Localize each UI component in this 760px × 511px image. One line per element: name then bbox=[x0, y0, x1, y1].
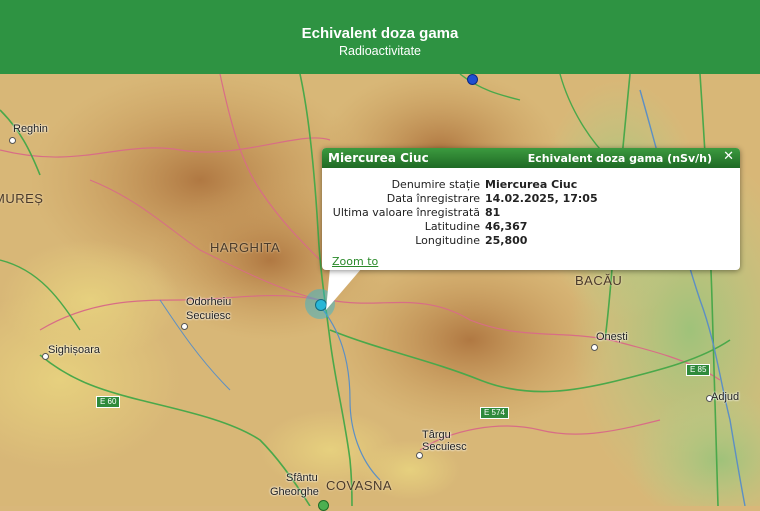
page-subtitle: Radioactivitate bbox=[339, 44, 421, 58]
zoom-to-link[interactable]: Zoom to bbox=[332, 255, 378, 268]
app-header: Echivalent doza gama Radioactivitate bbox=[0, 0, 760, 74]
attr-value: 46,367 bbox=[485, 220, 528, 233]
close-icon[interactable]: ✕ bbox=[723, 149, 734, 164]
place-label-odorheiu: Odorheiu bbox=[186, 296, 232, 308]
city-marker-reghin[interactable] bbox=[9, 137, 16, 144]
popup-measure-title: Echivalent doza gama (nSv/h) bbox=[527, 152, 712, 165]
terrain-layer bbox=[0, 74, 760, 506]
attr-row: Longitudine 25,800 bbox=[322, 234, 740, 248]
city-marker-odorheiu[interactable] bbox=[181, 323, 188, 330]
attr-label: Denumire stație bbox=[391, 178, 480, 191]
road-shield-e85: E 85 bbox=[686, 364, 711, 376]
attr-label: Latitudine bbox=[424, 220, 480, 233]
place-label-harghita: HARGHITA bbox=[210, 240, 281, 255]
road-shield-e60: E 60 bbox=[96, 396, 121, 408]
attr-row: Denumire stație Miercurea Ciuc bbox=[322, 178, 740, 192]
attr-value: 14.02.2025, 17:05 bbox=[485, 192, 598, 205]
attr-row: Latitudine 46,367 bbox=[322, 220, 740, 234]
place-label-covasna: COVASNA bbox=[326, 478, 393, 493]
popup-pointer bbox=[326, 268, 362, 310]
popup-header: Miercurea Ciuc Echivalent doza gama (nSv… bbox=[322, 148, 740, 168]
map-canvas[interactable]: Reghin MUREȘ HARGHITA Odorheiu Secuiesc … bbox=[0, 74, 760, 511]
attr-label: Longitudine bbox=[415, 234, 480, 247]
popup-station-name: Miercurea Ciuc bbox=[328, 151, 429, 165]
place-label-onesti: Onești bbox=[596, 331, 628, 343]
place-label-targu-secuiesc: Secuiesc bbox=[422, 441, 467, 453]
place-label-odorheiu-secuiesc: Secuiesc bbox=[186, 310, 231, 322]
place-label-sighisoara: Sighișoara bbox=[48, 344, 100, 356]
attr-value: 81 bbox=[485, 206, 501, 219]
station-marker-blue[interactable] bbox=[467, 74, 478, 85]
attr-value: 25,800 bbox=[485, 234, 528, 247]
place-label-gheorghe: Gheorghe bbox=[270, 486, 319, 498]
attr-row: Ultima valoare înregistrată 81 bbox=[322, 206, 740, 220]
road-shield-e574: E 574 bbox=[480, 407, 509, 419]
place-label-targu: Târgu bbox=[422, 429, 451, 441]
place-label-mures: MUREȘ bbox=[0, 191, 44, 206]
attr-label: Data înregistrare bbox=[386, 192, 480, 205]
attr-label: Ultima valoare înregistrată bbox=[332, 206, 480, 219]
city-marker-targu-secuiesc[interactable] bbox=[416, 452, 423, 459]
place-label-adjud: Adjud bbox=[711, 391, 740, 403]
page-title: Echivalent doza gama bbox=[301, 25, 459, 42]
attr-value: Miercurea Ciuc bbox=[485, 178, 578, 191]
popup-attributes: Denumire stație Miercurea Ciuc Data înreg… bbox=[322, 178, 740, 248]
attr-row: Data înregistrare 14.02.2025, 17:05 bbox=[322, 192, 740, 206]
station-popup: Miercurea Ciuc Echivalent doza gama (nSv… bbox=[322, 148, 740, 270]
place-label-reghin: Reghin bbox=[13, 123, 48, 135]
place-label-bacau: BACĂU bbox=[575, 273, 623, 288]
place-label-sfantu: Sfântu bbox=[286, 472, 318, 484]
city-marker-onesti[interactable] bbox=[591, 344, 598, 351]
